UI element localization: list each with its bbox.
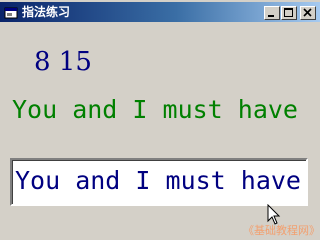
typing-input-value: You and I must have [15, 166, 301, 195]
minimize-button[interactable] [264, 6, 280, 20]
close-button[interactable] [300, 6, 316, 20]
window-app-icon[interactable] [4, 5, 18, 19]
maximize-button[interactable] [281, 6, 297, 20]
minimize-icon [268, 15, 274, 17]
maximize-icon [284, 8, 293, 17]
title-bar[interactable]: 指法练习 [0, 2, 320, 22]
numbers-label: 8 15 [34, 47, 92, 77]
app-window: 指法练习 8 15 You and I must have You and I … [0, 0, 320, 240]
target-sentence-label: You and I must have [12, 95, 298, 124]
close-icon [303, 8, 312, 17]
watermark-text: 《基础教程网》 [243, 224, 320, 237]
typing-input[interactable]: You and I must have [10, 158, 308, 206]
window-title: 指法练习 [22, 5, 71, 19]
